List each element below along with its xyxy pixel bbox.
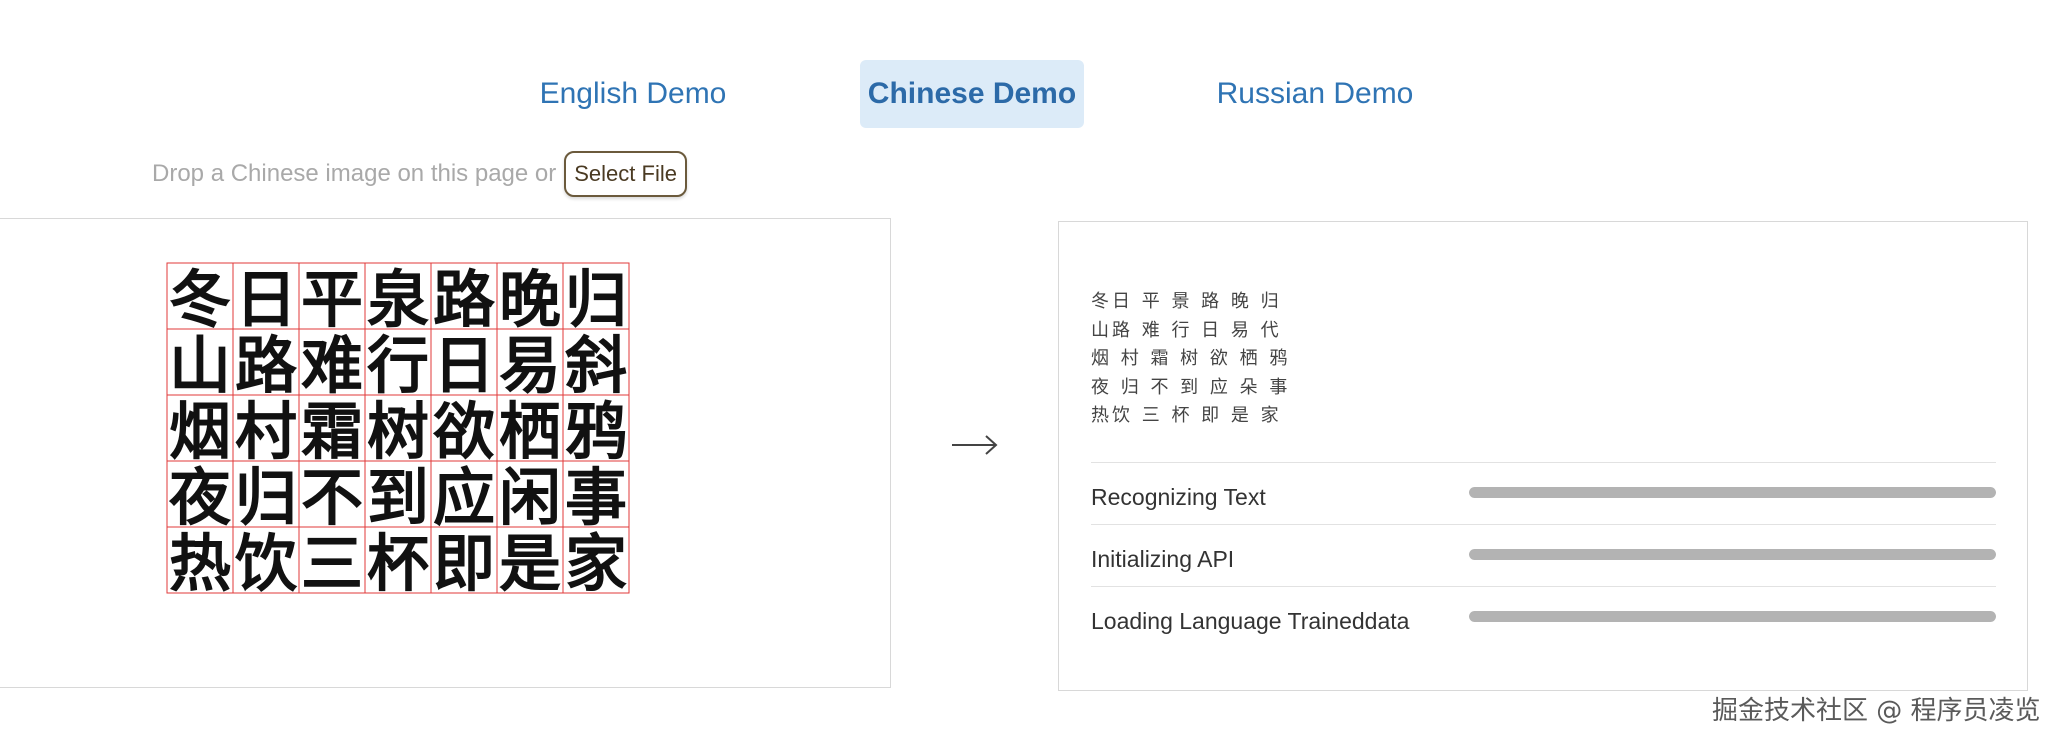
recognized-line: 夜 归 不 到 应 朵 事: [1091, 376, 1291, 398]
progress-fill: [1469, 487, 1996, 498]
source-char: 易: [499, 329, 561, 402]
source-char: 晚: [499, 263, 561, 336]
source-char: 路: [235, 329, 298, 402]
progress-fill: [1469, 611, 1996, 622]
status-row-initializing: Initializing API: [1091, 524, 1996, 586]
recognized-line: 烟 村 霜 树 欲 栖 鸦: [1091, 348, 1291, 369]
demo-tabs: English Demo Chinese Demo Russian Demo: [0, 60, 2048, 128]
source-char: 山: [169, 329, 231, 402]
tab-english-demo[interactable]: English Demo: [528, 60, 738, 128]
source-char: 热: [169, 527, 231, 600]
source-char: 到: [367, 461, 429, 534]
recognized-text: 冬日 平 景 路 晚 归 山路 难 行 日 易 代 烟 村 霜 树 欲 栖 鸦 …: [1091, 288, 1290, 431]
source-char: 是: [499, 527, 561, 600]
tab-chinese-demo[interactable]: Chinese Demo: [860, 60, 1084, 128]
source-char: 泉: [367, 263, 429, 336]
source-char: 树: [367, 395, 429, 468]
recognized-line: 热饮 三 杯 即 是 家: [1091, 405, 1282, 426]
drop-instruction: Drop a Chinese image on this page or: [152, 160, 557, 187]
source-image-panel: 冬日平泉路晚归山路难行日易斜烟村霜树欲栖鸦夜归不到应闲事热饮三杯即是家: [0, 218, 891, 688]
source-char: 不: [301, 461, 363, 534]
source-char: 杯: [367, 527, 429, 600]
progress-bar: [1469, 487, 1996, 498]
source-char: 难: [301, 329, 363, 402]
source-char: 即: [433, 527, 495, 600]
progress-bar: [1469, 611, 1996, 622]
status-row-loading: Loading Language Traineddata: [1091, 586, 1996, 648]
source-char: 烟: [169, 395, 231, 468]
source-char: 归: [565, 263, 627, 336]
drop-zone-prompt: Drop a Chinese image on this page or Sel…: [152, 150, 687, 198]
status-row-recognizing: Recognizing Text: [1091, 462, 1996, 524]
source-char: 平: [301, 263, 363, 336]
recognized-line: 山路 难 行 日 易 代: [1091, 319, 1282, 341]
status-label: Loading Language Traineddata: [1091, 608, 1410, 634]
watermark: 掘金技术社区 @ 程序员凌览: [1712, 696, 2041, 726]
source-char: 欲: [432, 395, 495, 468]
source-char: 归: [235, 461, 297, 534]
source-char: 饮: [235, 527, 298, 600]
source-char: 日: [235, 263, 297, 336]
status-label: Recognizing Text: [1091, 484, 1266, 510]
select-file-button[interactable]: Select File: [564, 151, 687, 197]
status-list: Recognizing Text Initializing API Loadin…: [1091, 462, 1996, 648]
progress-bar: [1469, 549, 1996, 560]
tab-russian-demo[interactable]: Russian Demo: [1212, 60, 1418, 128]
result-panel: 冬日 平 景 路 晚 归 山路 难 行 日 易 代 烟 村 霜 树 欲 栖 鸦 …: [1058, 221, 2028, 691]
source-char: 斜: [565, 329, 627, 402]
source-char: 应: [433, 461, 495, 534]
source-char: 行: [367, 329, 429, 402]
recognized-line: 冬日 平 景 路 晚 归: [1091, 291, 1282, 312]
right-arrow-icon: [952, 435, 998, 455]
source-char: 三: [301, 527, 363, 600]
source-char: 村: [235, 395, 297, 468]
status-label: Initializing API: [1091, 546, 1235, 572]
source-char: 事: [565, 461, 627, 534]
source-char: 夜: [168, 461, 232, 534]
source-char: 路: [433, 263, 496, 336]
source-char: 栖: [499, 395, 561, 468]
source-char: 家: [565, 527, 627, 600]
progress-fill: [1469, 549, 1996, 560]
source-char: 鸦: [565, 395, 627, 468]
source-char: 闲: [499, 461, 561, 534]
source-image: 冬日平泉路晚归山路难行日易斜烟村霜树欲栖鸦夜归不到应闲事热饮三杯即是家: [166, 262, 630, 600]
source-char: 日: [433, 329, 495, 402]
source-char: 冬: [169, 263, 231, 336]
source-char: 霜: [301, 395, 363, 468]
